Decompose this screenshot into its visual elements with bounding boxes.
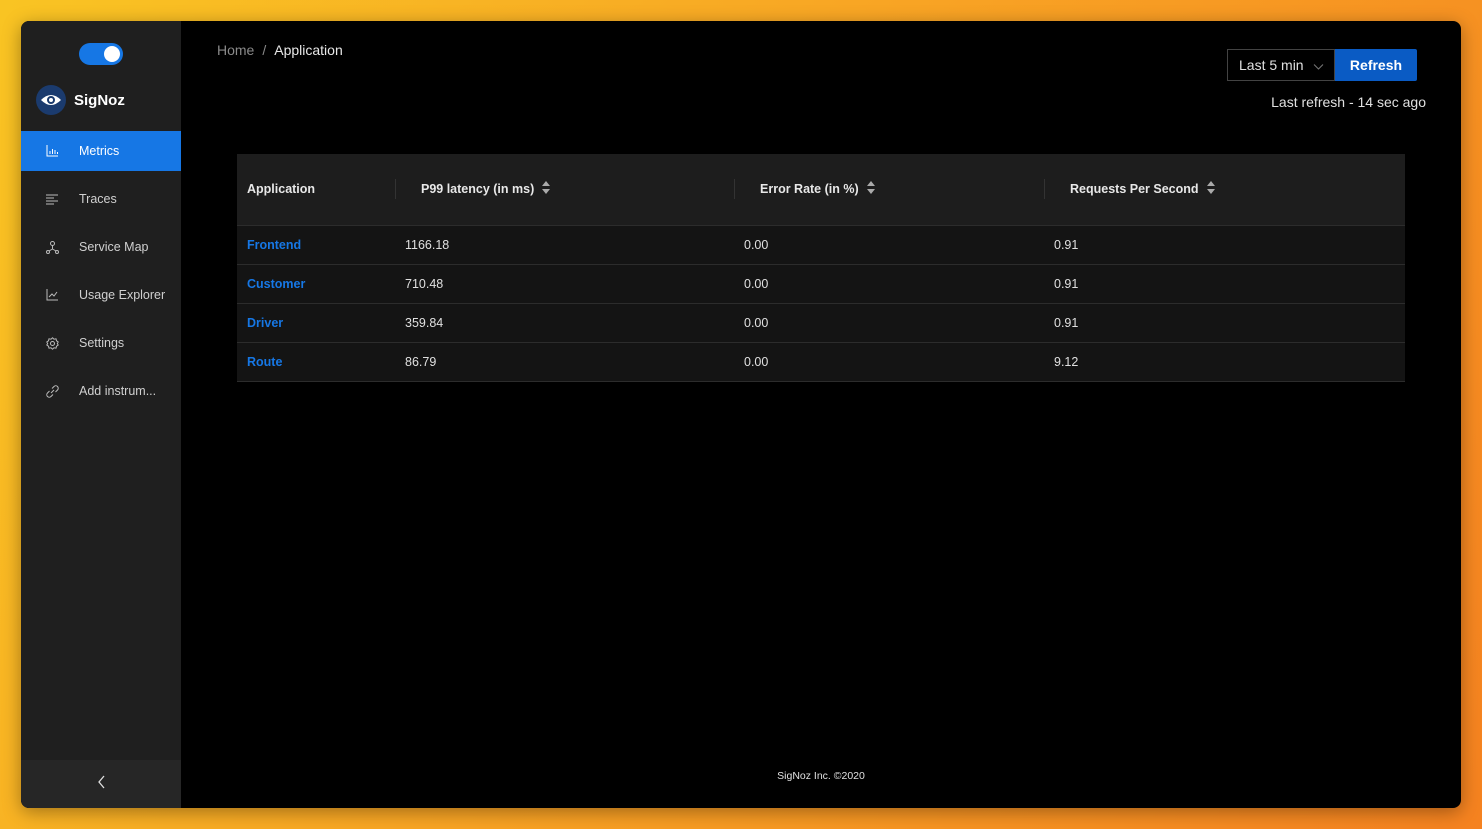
footer: SigNoz Inc. ©2020 <box>777 770 865 782</box>
sidebar-item-label: Service Map <box>79 240 149 254</box>
breadcrumb-separator: / <box>262 42 267 58</box>
application-link[interactable]: Driver <box>247 316 283 330</box>
error-rate-cell: 0.00 <box>744 276 769 291</box>
bar-chart-icon <box>45 144 59 158</box>
sidebar-item-label: Usage Explorer <box>79 288 166 302</box>
line-chart-icon <box>45 288 59 302</box>
link-icon <box>45 384 59 398</box>
application-link[interactable]: Route <box>247 355 282 369</box>
sidebar-item-metrics[interactable]: Metrics <box>21 131 181 171</box>
sort-icon[interactable] <box>866 181 875 197</box>
breadcrumb-home[interactable]: Home <box>217 42 254 58</box>
sidebar-item-label: Traces <box>79 192 117 206</box>
app-window: SigNoz Metrics Traces Service Map Usage … <box>21 21 1461 808</box>
rps-cell: 0.91 <box>1054 237 1079 252</box>
error-rate-cell: 0.00 <box>744 237 769 252</box>
time-controls: Last 5 min Refresh <box>1227 49 1417 81</box>
theme-toggle[interactable] <box>79 43 123 65</box>
table-row: Route 86.79 0.00 9.12 <box>237 342 1405 381</box>
sidebar-item-traces[interactable]: Traces <box>21 179 181 219</box>
table-header-row: Application P99 latency (in ms) Error Ra… <box>237 154 1405 225</box>
column-header-application: Application <box>237 154 395 225</box>
chevron-left-icon <box>97 775 106 794</box>
breadcrumb-current: Application <box>274 42 343 58</box>
toggle-knob <box>104 46 120 62</box>
rps-cell: 0.91 <box>1054 315 1079 330</box>
column-label: P99 latency (in ms) <box>421 181 535 196</box>
sidebar-nav: Metrics Traces Service Map Usage Explore… <box>21 131 181 419</box>
p99-latency-cell: 1166.18 <box>405 237 450 252</box>
sort-icon[interactable] <box>1206 181 1215 197</box>
sort-icon[interactable] <box>542 181 551 197</box>
error-rate-cell: 0.00 <box>744 315 769 330</box>
breadcrumb: Home / Application <box>217 42 343 58</box>
column-header-requests-per-second[interactable]: Requests Per Second <box>1044 154 1405 225</box>
last-refresh-status: Last refresh - 14 sec ago <box>1271 94 1426 110</box>
sidebar-item-settings[interactable]: Settings <box>21 323 181 363</box>
error-rate-cell: 0.00 <box>744 354 769 369</box>
column-header-p99-latency[interactable]: P99 latency (in ms) <box>395 154 734 225</box>
refresh-button[interactable]: Refresh <box>1335 49 1417 81</box>
collapse-sidebar-button[interactable] <box>21 760 181 808</box>
applications-table: Application P99 latency (in ms) Error Ra… <box>237 154 1405 382</box>
sidebar-item-label: Settings <box>79 336 125 350</box>
p99-latency-cell: 710.48 <box>405 276 444 291</box>
signoz-eye-logo-icon <box>36 85 66 115</box>
column-label: Error Rate (in %) <box>760 181 859 196</box>
main-content: Home / Application Last 5 min Refresh La… <box>181 21 1461 808</box>
chevron-down-icon <box>1313 59 1324 75</box>
sidebar-item-label: Add instrum... <box>79 384 157 398</box>
table-row: Customer 710.48 0.00 0.91 <box>237 264 1405 303</box>
sidebar: SigNoz Metrics Traces Service Map Usage … <box>21 21 181 808</box>
time-range-select[interactable]: Last 5 min <box>1227 49 1335 81</box>
deployment-unit-icon <box>45 240 59 254</box>
column-header-error-rate[interactable]: Error Rate (in %) <box>734 154 1044 225</box>
p99-latency-cell: 359.84 <box>405 315 444 330</box>
p99-latency-cell: 86.79 <box>405 354 437 369</box>
table-row: Frontend 1166.18 0.00 0.91 <box>237 225 1405 264</box>
application-link[interactable]: Frontend <box>247 238 301 252</box>
sidebar-item-usage-explorer[interactable]: Usage Explorer <box>21 275 181 315</box>
align-left-icon <box>45 192 59 206</box>
rps-cell: 9.12 <box>1054 354 1079 369</box>
time-range-value: Last 5 min <box>1239 57 1304 73</box>
brand-name: SigNoz <box>74 91 125 109</box>
column-label: Application <box>247 182 316 197</box>
rps-cell: 0.91 <box>1054 276 1079 291</box>
table-row: Driver 359.84 0.00 0.91 <box>237 303 1405 342</box>
brand: SigNoz <box>36 85 125 115</box>
sidebar-item-label: Metrics <box>79 144 120 158</box>
sidebar-item-service-map[interactable]: Service Map <box>21 227 181 267</box>
application-link[interactable]: Customer <box>247 277 305 291</box>
gear-icon <box>45 336 59 350</box>
sidebar-item-add-instrumentation[interactable]: Add instrum... <box>21 371 181 411</box>
column-label: Requests Per Second <box>1070 181 1199 196</box>
